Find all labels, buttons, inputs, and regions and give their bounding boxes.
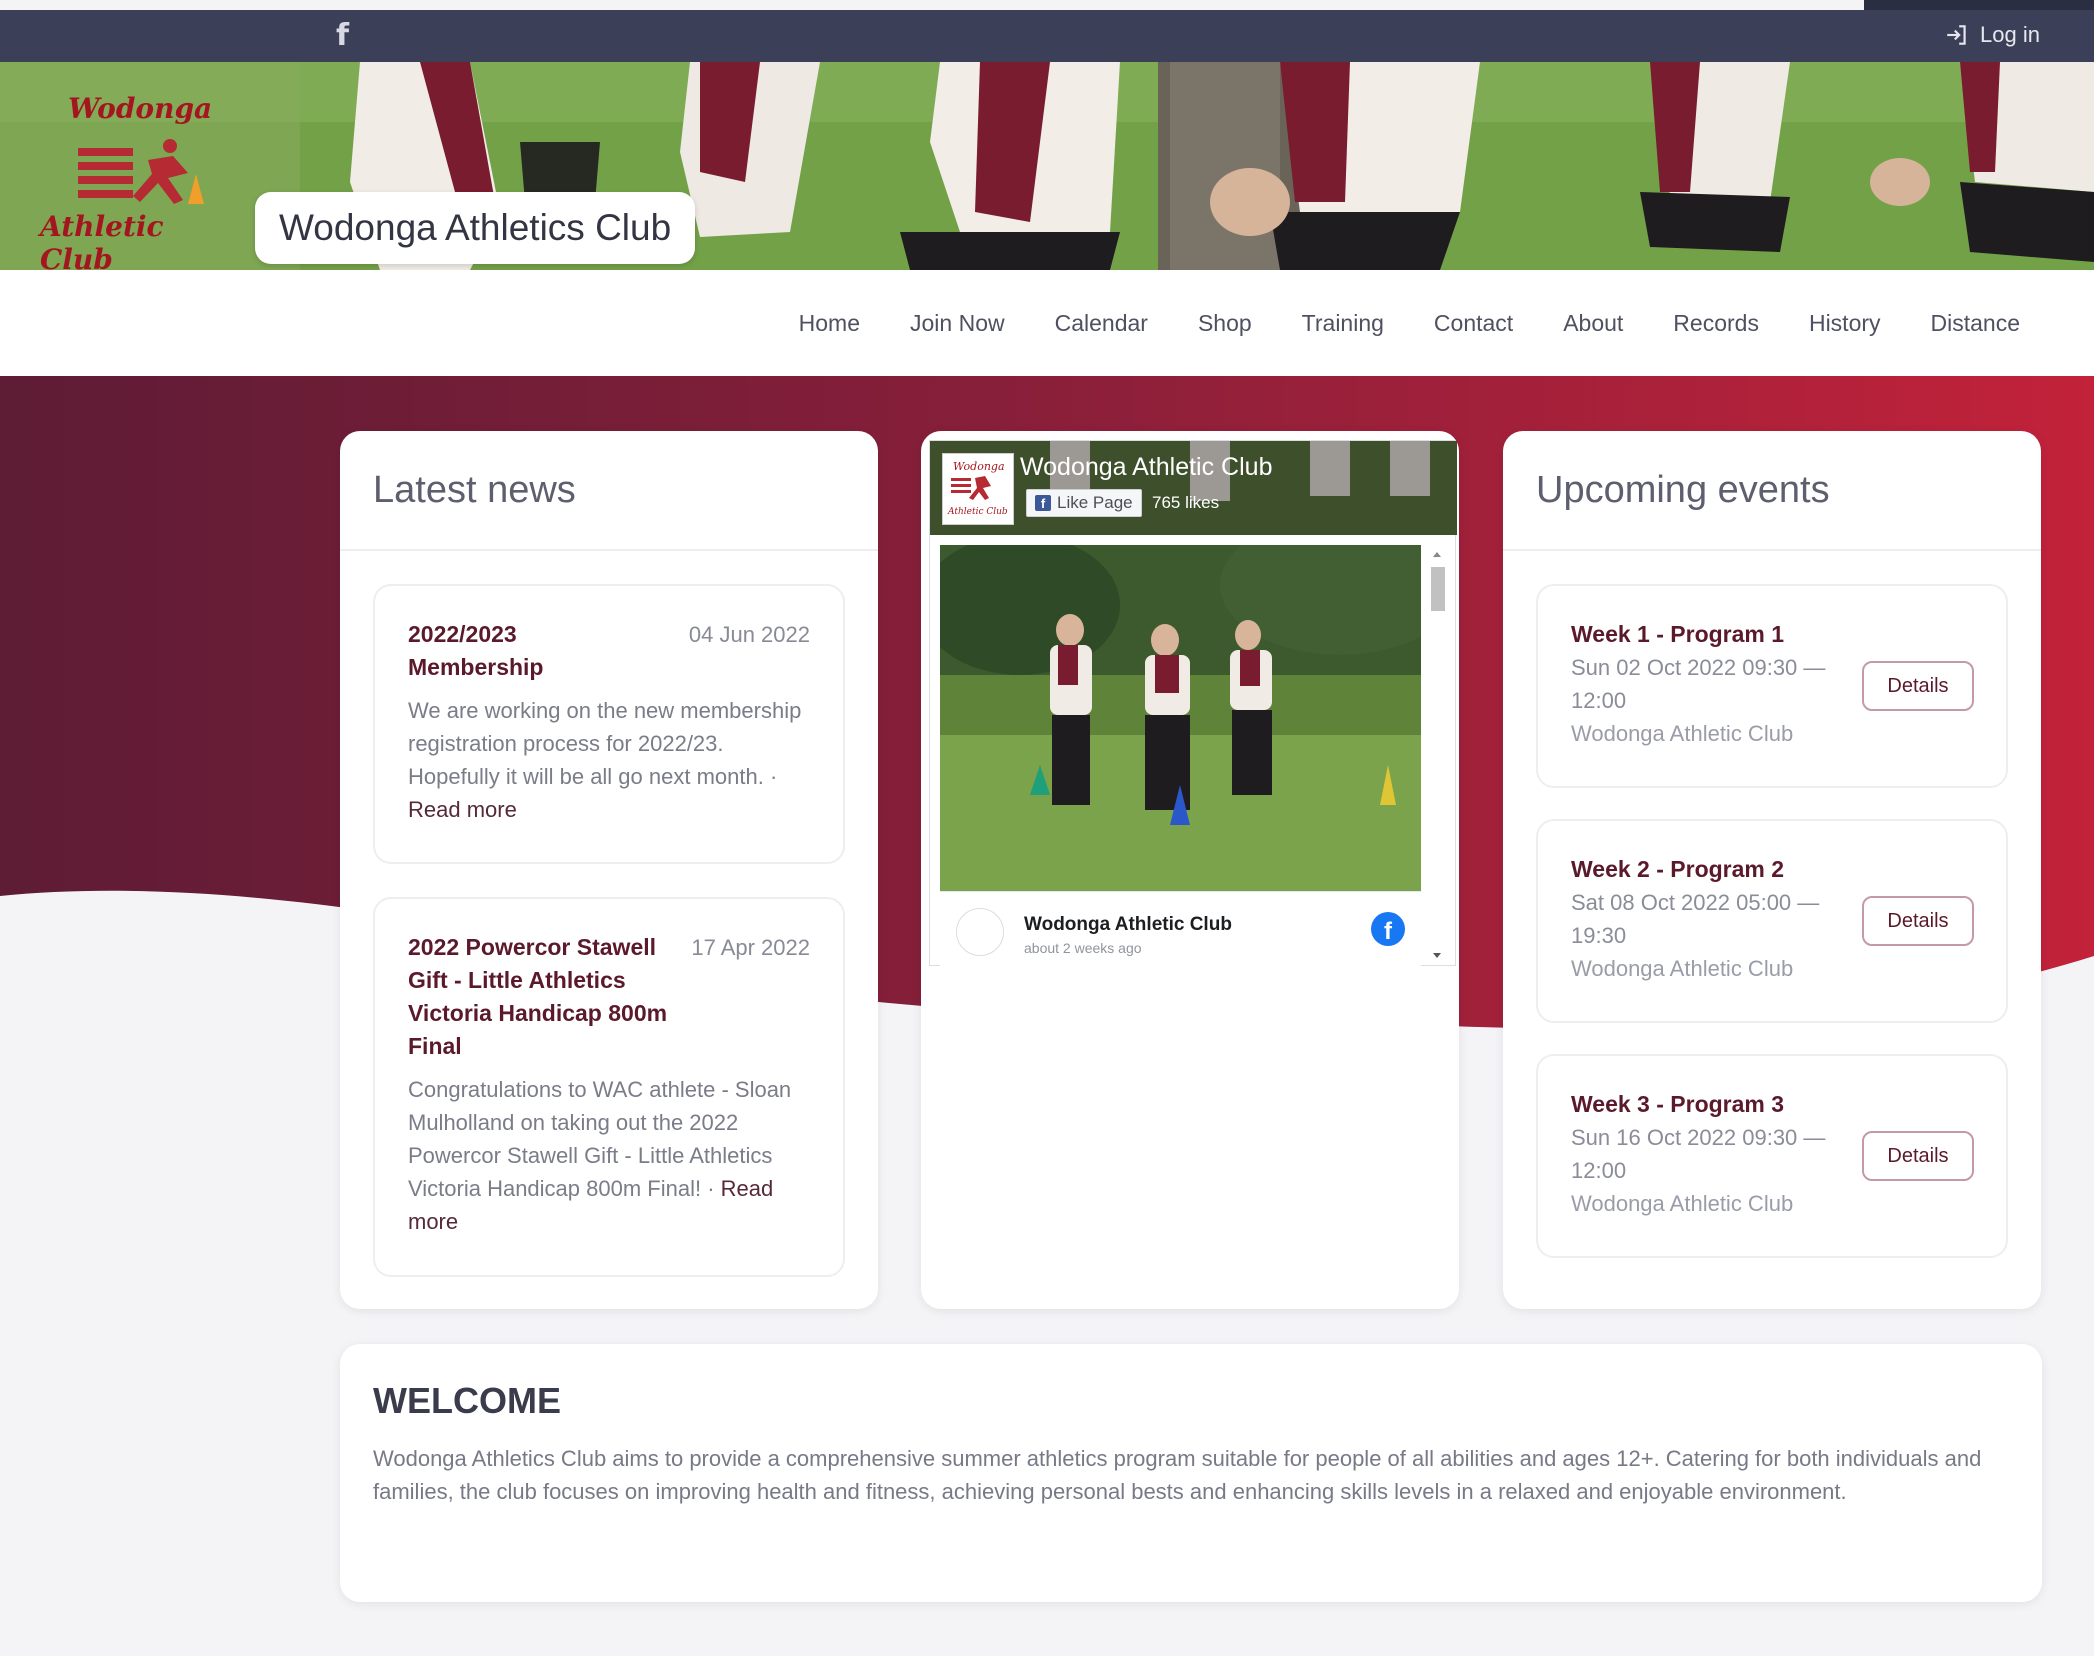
header-banner: Wodonga Athletic Club Wodonga Athletics … — [0, 62, 2094, 270]
facebook-page-avatar[interactable]: Wodonga Athletic Club — [942, 453, 1014, 525]
logo-text-top: Wodonga — [68, 92, 213, 125]
nav-menu: Home Join Now Calendar Shop Training Con… — [799, 270, 2020, 376]
login-label: Log in — [1980, 22, 2040, 47]
event-location: Wodonga Athletic Club — [1571, 956, 1794, 981]
club-logo-icon: Wodonga Athletic Club — [947, 460, 1008, 517]
scrollbar-thumb[interactable] — [1431, 567, 1445, 611]
latest-news-card: Latest news 2022/2023 Membership 04 Jun … — [340, 431, 878, 1309]
event-details-button[interactable]: Details — [1862, 1131, 1974, 1181]
welcome-heading: WELCOME — [373, 1380, 561, 1421]
facebook-post-header: Wodonga Athletic Club about 2 weeks ago … — [940, 891, 1421, 967]
login-icon — [1947, 25, 1966, 45]
facebook-icon[interactable]: f — [336, 18, 349, 53]
news-item-excerpt: We are working on the new membership reg… — [408, 698, 802, 789]
latest-news-title: Latest news — [340, 431, 878, 551]
nav-join-now[interactable]: Join Now — [910, 310, 1005, 337]
upcoming-events-title: Upcoming events — [1503, 431, 2041, 551]
read-more-link[interactable]: Read more — [408, 797, 517, 822]
event-time: Sun 02 Oct 2022 09:30 — 12:00 — [1571, 655, 1826, 713]
feed-scrollbar[interactable] — [1427, 545, 1447, 967]
nav-records[interactable]: Records — [1673, 310, 1759, 337]
news-item-body: We are working on the new membership reg… — [408, 694, 810, 826]
event-location: Wodonga Athletic Club — [1571, 1191, 1794, 1216]
upcoming-events-card: Upcoming events Week 1 - Program 1 Sun 0… — [1503, 431, 2041, 1309]
like-page-button[interactable]: f Like Page — [1026, 489, 1142, 517]
main-navigation: Home Join Now Calendar Shop Training Con… — [0, 270, 2094, 376]
news-item-title[interactable]: 2022 Powercor Stawell Gift - Little Athl… — [408, 931, 668, 1063]
nav-history[interactable]: History — [1809, 310, 1881, 337]
post-image — [940, 545, 1421, 891]
event-details-button[interactable]: Details — [1862, 896, 1974, 946]
nav-distance[interactable]: Distance — [1931, 310, 2020, 337]
event-item[interactable]: Week 1 - Program 1 Sun 02 Oct 2022 09:30… — [1536, 584, 2008, 788]
logo-text-bottom: Athletic Club — [40, 210, 164, 270]
scroll-up-icon[interactable] — [1427, 547, 1447, 561]
event-title[interactable]: Week 1 - Program 1 — [1571, 618, 1973, 651]
event-title[interactable]: Week 3 - Program 3 — [1571, 1088, 1973, 1121]
event-item[interactable]: Week 2 - Program 2 Sat 08 Oct 2022 05:00… — [1536, 819, 2008, 1023]
event-title[interactable]: Week 2 - Program 2 — [1571, 853, 1973, 886]
facebook-small-icon: f — [1035, 495, 1051, 511]
news-item-date: 17 Apr 2022 — [691, 935, 810, 960]
news-item-body: Congratulations to WAC athlete - Sloan M… — [408, 1073, 810, 1238]
post-author-name[interactable]: Wodonga Athletic Club — [1024, 914, 1232, 936]
login-link[interactable]: Log in — [1944, 22, 2040, 48]
news-item[interactable]: 2022 Powercor Stawell Gift - Little Athl… — [373, 897, 845, 1277]
facebook-cover-photo: Wodonga Athletic Club Wodonga Athletic C… — [930, 441, 1457, 535]
news-item-date: 04 Jun 2022 — [688, 622, 810, 647]
facebook-page-widget: Wodonga Athletic Club Wodonga Athletic C… — [929, 440, 1457, 967]
nav-home[interactable]: Home — [799, 310, 860, 337]
runner-logo-icon — [78, 139, 204, 204]
welcome-text: Wodonga Athletics Club aims to provide a… — [373, 1446, 1982, 1504]
nav-training[interactable]: Training — [1302, 310, 1384, 337]
nav-contact[interactable]: Contact — [1434, 310, 1513, 337]
event-time: Sun 16 Oct 2022 09:30 — 12:00 — [1571, 1125, 1826, 1183]
svg-text:Wodonga: Wodonga — [953, 460, 1005, 473]
post-author-avatar[interactable] — [956, 908, 1004, 956]
scroll-down-icon[interactable] — [1427, 949, 1447, 963]
event-details-button[interactable]: Details — [1862, 661, 1974, 711]
like-page-label: Like Page — [1057, 493, 1133, 512]
svg-text:Athletic Club: Athletic Club — [947, 507, 1008, 517]
facebook-page-name[interactable]: Wodonga Athletic Club — [1020, 453, 1272, 482]
welcome-section: WELCOME Wodonga Athletics Club aims to p… — [340, 1344, 2042, 1602]
site-title[interactable]: Wodonga Athletics Club — [255, 192, 696, 264]
event-location: Wodonga Athletic Club — [1571, 721, 1794, 746]
facebook-likes-count: 765 likes — [1152, 493, 1220, 512]
news-item-title[interactable]: 2022/2023 Membership — [408, 618, 588, 684]
nav-shop[interactable]: Shop — [1198, 310, 1252, 337]
facebook-post-photo[interactable] — [940, 545, 1421, 891]
event-item[interactable]: Week 3 - Program 3 Sun 16 Oct 2022 09:30… — [1536, 1054, 2008, 1258]
post-timestamp[interactable]: about 2 weeks ago — [1024, 940, 1142, 956]
nav-about[interactable]: About — [1563, 310, 1623, 337]
facebook-logo-icon[interactable]: f — [1371, 912, 1405, 946]
top-bar: f Log in — [0, 10, 2094, 62]
topbar-corner — [1864, 0, 2094, 10]
news-item[interactable]: 2022/2023 Membership 04 Jun 2022 We are … — [373, 584, 845, 864]
nav-calendar[interactable]: Calendar — [1055, 310, 1148, 337]
club-logo[interactable]: Wodonga Athletic Club — [20, 82, 230, 270]
event-time: Sat 08 Oct 2022 05:00 — 19:30 — [1571, 890, 1820, 948]
